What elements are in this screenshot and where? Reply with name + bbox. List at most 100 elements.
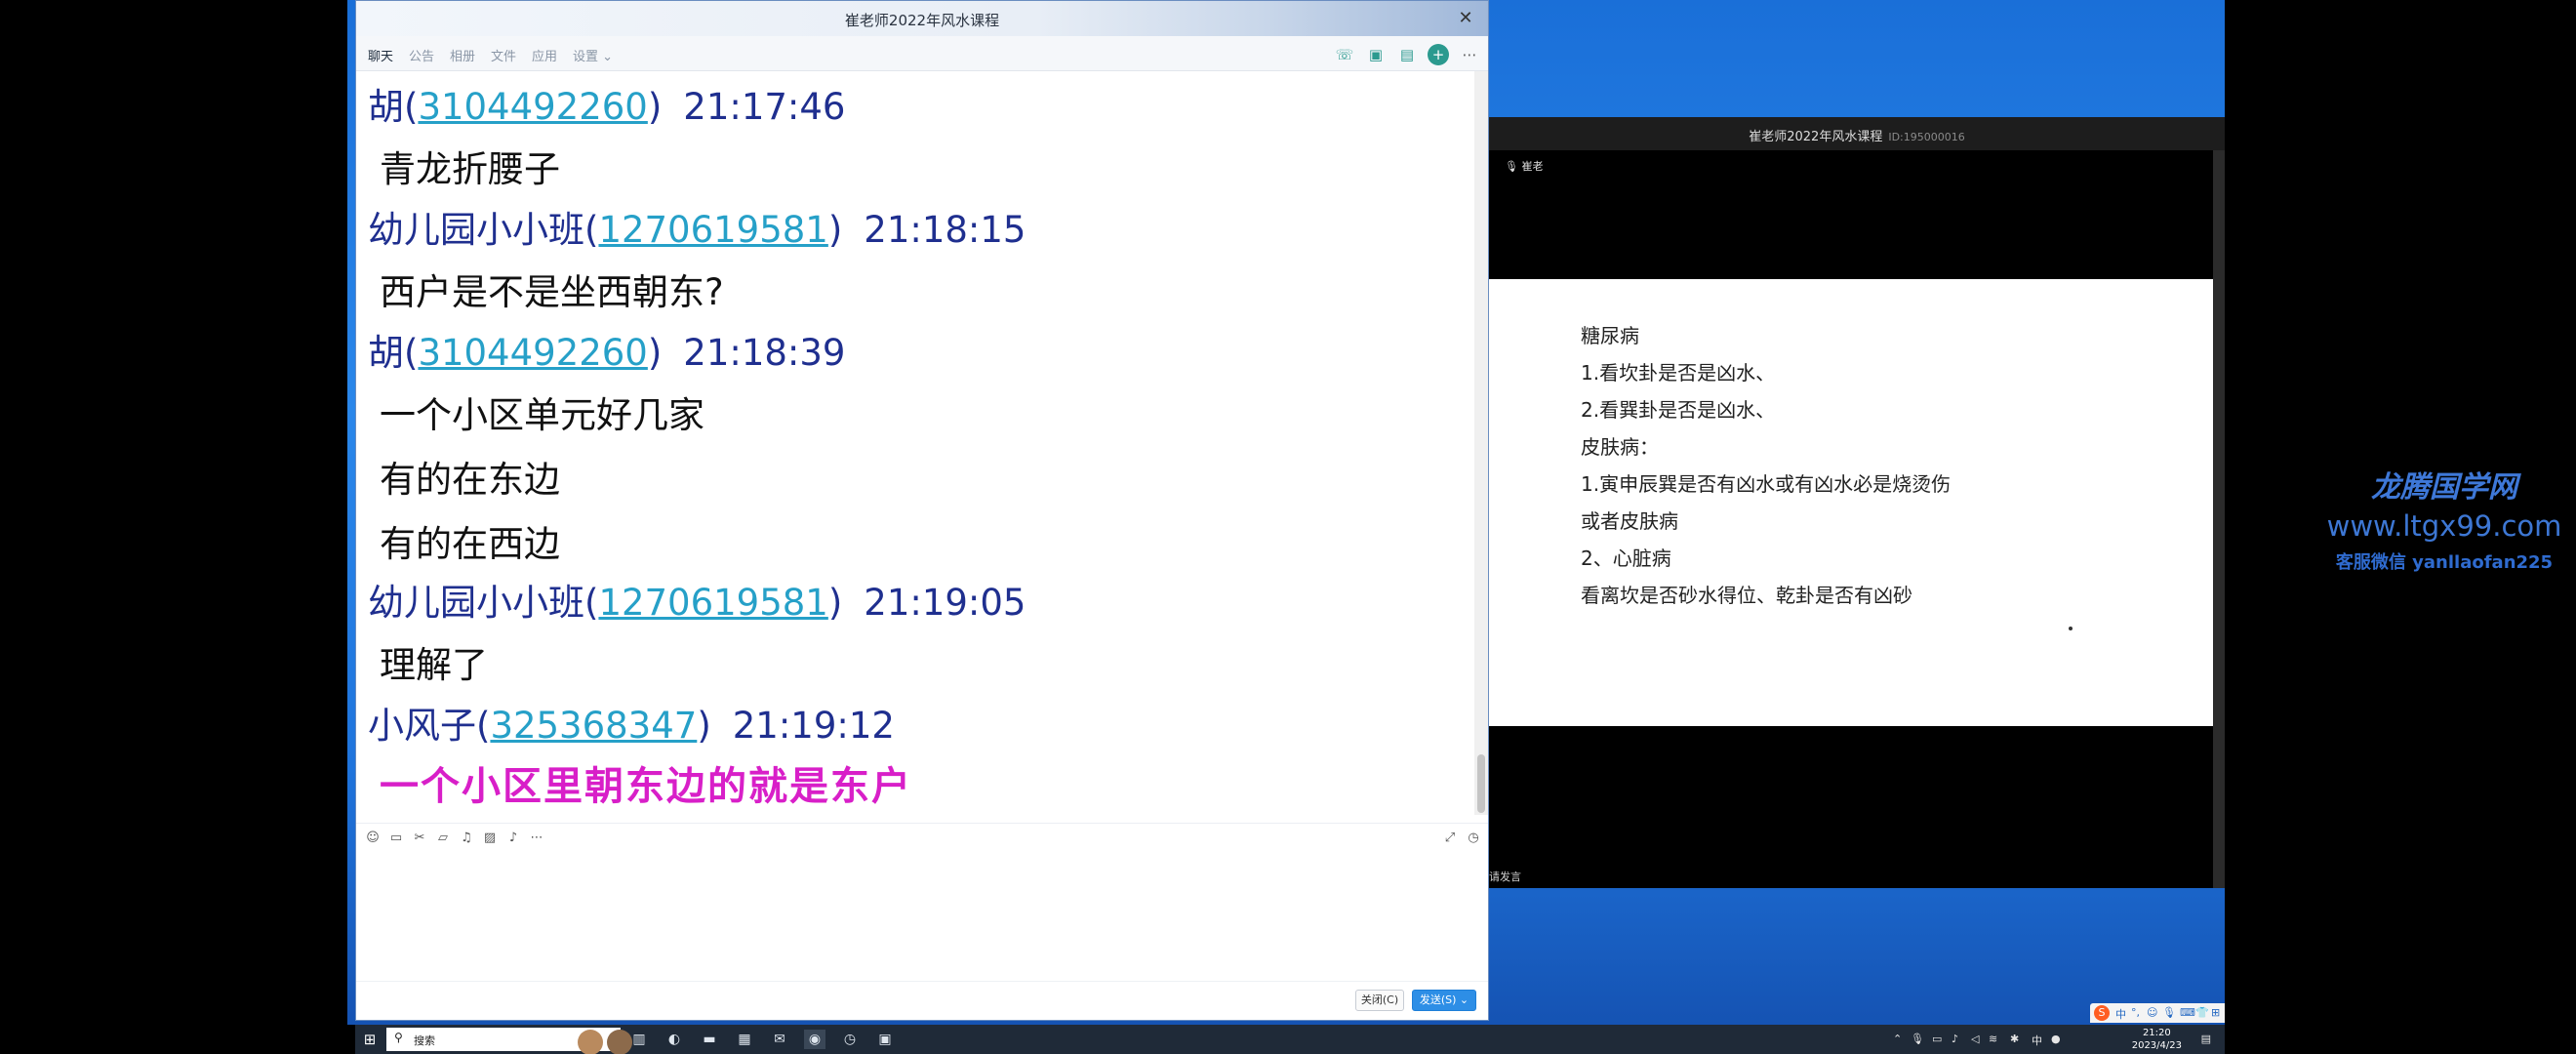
video-icon[interactable]: ▣ [1365,44,1387,65]
clock-time: 21:20 [2142,1028,2171,1038]
note-icon[interactable]: ▤ [1396,44,1418,65]
windows-start-icon[interactable]: ⊞ [361,1031,379,1048]
message-header: 幼儿园小小班(1270619581) 21:19:05 [368,582,1026,624]
message-input[interactable] [356,854,1488,981]
slide-line: 看离坎是否砂水得位、乾卦是否有凶砂 [1581,584,1912,607]
sender-qq-link[interactable]: 3104492260 [418,86,647,128]
phone-icon[interactable]: ☏ [1334,44,1355,65]
folder-icon[interactable]: ▱ [434,830,452,847]
gif-icon[interactable]: ▭ [387,830,405,847]
message-scrollbar[interactable] [1474,71,1488,815]
message-header: 胡(3104492260) 21:17:46 [368,86,846,128]
ime-skin[interactable]: 👕 [2195,1006,2209,1019]
ime-emoji[interactable]: ☺ [2147,1006,2157,1019]
tab-apps[interactable]: 应用 [532,46,557,64]
sender-qq-link[interactable]: 3104492260 [418,332,647,374]
message-text: 理解了 [380,644,488,686]
network-icon[interactable]: ▭ [1932,1033,1942,1045]
clock-date: 2023/4/23 [2131,1040,2182,1051]
shared-slide: 糖尿病 1.看坎卦是否是凶水、 2.看巽卦是否是凶水、 皮肤病： 1.寅申辰巽是… [1489,279,2213,726]
ime-voice[interactable]: 🎙 [2162,1006,2176,1019]
task-view-icon[interactable]: ▥ [628,1030,650,1049]
taskbar: ⊞ ⚲ 搜索 ▥ ◐ ▬ ▦ ✉ ◉ ◷ ▣ ⌃ 🎙 ▭ ♪ ◁ ≋ ✱ 中 ●… [355,1025,2225,1054]
bluetooth-icon[interactable]: ✱ [2010,1033,2019,1045]
store-icon[interactable]: ▦ [734,1030,755,1049]
sender-qq-link[interactable]: 325368347 [490,705,697,747]
ime-punct[interactable]: °, [2131,1006,2140,1019]
ime-toolbar[interactable]: S 中 °, ☺ 🎙 ⌨ 👕 ⊞ [2090,1003,2225,1023]
message-header: 胡(3104492260) 21:18:39 [368,332,846,374]
emoji-icon[interactable]: ☺ [364,830,382,847]
speak-label[interactable]: 请发言 [1489,869,1521,884]
sender-qq-link[interactable]: 1270619581 [598,582,827,624]
microphone-icon[interactable]: 🎙 [1911,1033,1924,1045]
message-time: 21:17:46 [683,86,846,128]
system-tray: ⌃ 🎙 ▭ ♪ ◁ ≋ ✱ 中 ● 21:20 2023/4/23 ▤ [1873,1025,2225,1054]
sogou-logo-icon[interactable]: S [2094,1005,2110,1021]
close-icon[interactable]: ✕ [1453,6,1478,31]
video-title: 崔老师2022年风水课程 ID:195000016 [1489,126,2225,144]
tab-chat[interactable]: 聊天 [368,46,393,64]
tray-lang[interactable]: 中 [2032,1033,2042,1048]
expand-icon[interactable]: ⤢ [1441,830,1459,847]
room-id: ID:195000016 [1888,131,1965,143]
ime-lang[interactable]: 中 [2115,1006,2126,1022]
chat-titlebar[interactable]: 崔老师2022年风水课程 ✕ [356,1,1488,36]
image-icon[interactable]: ▨ [481,830,499,847]
slide-line: 2、心脏病 [1581,547,1671,570]
watermark-name: 龙腾国学网 [2371,470,2517,505]
tab-settings[interactable]: 设置 ⌄ [573,46,613,64]
tab-files[interactable]: 文件 [491,46,516,64]
edge-browser-icon[interactable]: ◐ [664,1030,685,1049]
watermark-url: www.ltgx99.com [2326,509,2562,543]
message-time: 21:19:05 [864,582,1026,624]
close-button[interactable]: 关闭(C) [1355,990,1404,1011]
sender-name: 幼儿园小小班 [368,582,584,624]
message-text: 西户是不是坐西朝东? [380,271,724,313]
tab-album[interactable]: 相册 [450,46,475,64]
tab-announcement[interactable]: 公告 [409,46,434,64]
ime-toolbox[interactable]: ⊞ [2211,1006,2220,1019]
slide-line: 1.看坎卦是否是凶水、 [1581,361,1776,385]
watermark: 龙腾国学网 www.ltgx99.com 客服微信 yanllaofan225 [2313,463,2576,574]
file-explorer-icon[interactable]: ▬ [699,1030,720,1049]
video-side-panel [2213,150,2225,888]
send-button[interactable]: 发送(S) ⌄ [1412,990,1476,1011]
scissors-icon[interactable]: ✂ [411,830,428,847]
sender-qq-link[interactable]: 1270619581 [598,209,827,251]
video-title-text: 崔老师2022年风水课程 [1749,130,1883,144]
bell-icon[interactable]: ♪ [504,830,522,847]
more-icon[interactable]: ⋯ [1459,44,1480,65]
meeting-app-icon[interactable]: ▣ [874,1030,896,1049]
taskbar-search[interactable]: ⚲ 搜索 [386,1028,632,1054]
music-icon[interactable]: ♫ [458,830,475,847]
volume-icon[interactable]: ♪ [1952,1033,1958,1045]
clock[interactable]: 21:20 2023/4/23 [2132,1027,2182,1052]
ime-keyboard[interactable]: ⌨ [2180,1006,2195,1019]
message-list[interactable]: 胡(3104492260) 21:17:46 青龙折腰子 幼儿园小小班(12706… [356,71,1476,815]
video-titlebar[interactable]: 崔老师2022年风水课程 ID:195000016 [1489,117,2225,150]
watermark-wechat: 客服微信 yanllaofan225 [2335,552,2554,573]
message-text-highlighted: 一个小区里朝东边的就是东户 [380,764,912,809]
message-time: 21:19:12 [732,705,895,747]
add-icon[interactable]: + [1428,44,1449,65]
clock-app-icon[interactable]: ◷ [839,1030,861,1049]
sogou-tray-icon[interactable]: ● [2051,1033,2061,1045]
chat-tab-bar: 聊天 公告 相册 文件 应用 设置 ⌄ ☏ ▣ ▤ + ⋯ [356,36,1488,71]
speaker-tag: 🎙 崔老 [1505,160,1544,173]
speaker-icon[interactable]: ◁ [1971,1033,1979,1045]
wifi-icon[interactable]: ≋ [1989,1033,1997,1045]
message-time: 21:18:39 [683,332,846,374]
more-tools-icon[interactable]: ⋯ [528,830,545,847]
chat-footer: 关闭(C) 发送(S) ⌄ [356,981,1488,1020]
notification-icon[interactable]: ▤ [2201,1033,2211,1045]
history-icon[interactable]: ◷ [1465,830,1482,847]
slide-line: 1.寅申辰巽是否有凶水或有凶水必是烧烫伤 [1581,472,1952,496]
message-header: 小风子(325368347) 21:19:12 [368,705,895,747]
message-header: 幼儿园小小班(1270619581) 21:18:15 [368,209,1026,251]
tray-up-arrow-icon[interactable]: ⌃ [1893,1033,1902,1045]
qq-app-icon[interactable]: ◉ [804,1030,825,1049]
mail-icon[interactable]: ✉ [769,1030,790,1049]
scroll-thumb[interactable] [1477,754,1485,813]
message-text: 一个小区单元好几家 [380,394,704,436]
